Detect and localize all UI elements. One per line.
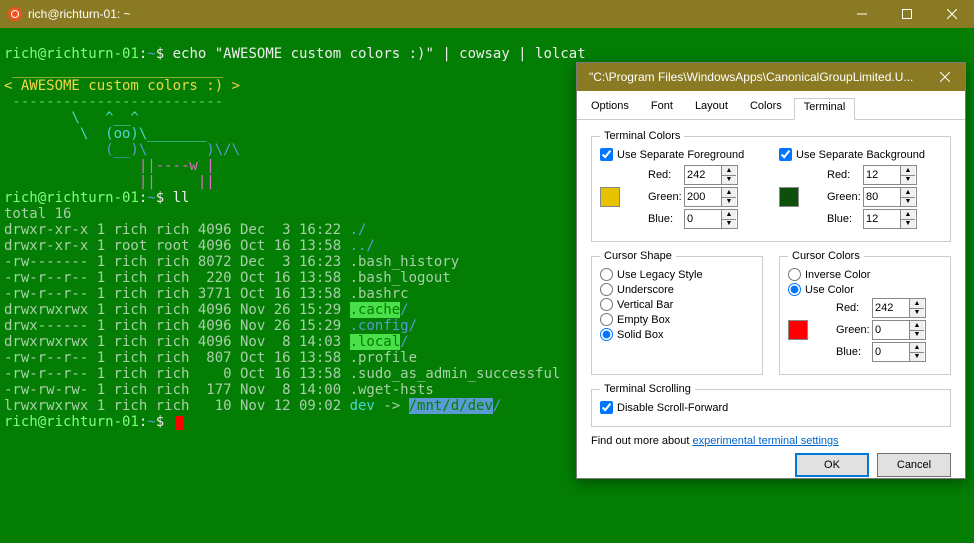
spinner-down[interactable]: ▼ — [722, 176, 736, 185]
tab-layout[interactable]: Layout — [685, 97, 738, 119]
tab-strip: OptionsFontLayoutColorsTerminal — [577, 91, 965, 120]
minimize-button[interactable] — [839, 0, 884, 28]
use-separate-foreground-checkbox[interactable] — [600, 148, 613, 161]
foreground-swatch[interactable] — [600, 187, 620, 207]
bg-red-input[interactable] — [864, 166, 900, 184]
fg-red-input[interactable] — [685, 166, 721, 184]
cursor-shape-radio[interactable] — [600, 283, 613, 296]
tab-colors[interactable]: Colors — [740, 97, 792, 119]
disable-scroll-forward-checkbox[interactable] — [600, 401, 613, 414]
ok-button[interactable]: OK — [795, 453, 869, 477]
terminal-colors-group: Terminal Colors Use Separate Foreground … — [591, 130, 951, 242]
cursor-blue-input[interactable] — [873, 343, 909, 361]
experimental-settings-link[interactable]: experimental terminal settings — [693, 435, 839, 447]
cursor-shape-group: Cursor Shape Use Legacy StyleUnderscoreV… — [591, 250, 763, 375]
use-separate-background-checkbox[interactable] — [779, 148, 792, 161]
dialog-title: "C:\Program Files\WindowsApps\CanonicalG… — [589, 70, 925, 84]
use-color-radio[interactable] — [788, 283, 801, 296]
terminal-scrolling-group: Terminal Scrolling Disable Scroll-Forwar… — [591, 383, 951, 427]
close-button[interactable] — [929, 0, 974, 28]
cancel-button[interactable]: Cancel — [877, 453, 951, 477]
inverse-color-radio[interactable] — [788, 268, 801, 281]
cursor-green-input[interactable] — [873, 321, 909, 339]
prompt-user: rich@richturn-01 — [4, 46, 139, 62]
window-titlebar: rich@richturn-01: ~ — [0, 0, 974, 28]
bg-green-input[interactable] — [864, 188, 900, 206]
dialog-titlebar[interactable]: "C:\Program Files\WindowsApps\CanonicalG… — [577, 63, 965, 91]
cursor-red-input[interactable] — [873, 299, 909, 317]
maximize-button[interactable] — [884, 0, 929, 28]
cursor-shape-radio[interactable] — [600, 268, 613, 281]
cursor-color-swatch[interactable] — [788, 320, 808, 340]
window-title: rich@richturn-01: ~ — [28, 7, 839, 21]
background-swatch[interactable] — [779, 187, 799, 207]
tab-terminal[interactable]: Terminal — [794, 98, 856, 120]
properties-dialog: "C:\Program Files\WindowsApps\CanonicalG… — [576, 62, 966, 479]
tab-options[interactable]: Options — [581, 97, 639, 119]
cursor-colors-group: Cursor Colors Inverse Color Use Color Re… — [779, 250, 951, 375]
terminal-cursor — [175, 416, 183, 430]
fg-blue-input[interactable] — [685, 210, 721, 228]
cursor-shape-radio[interactable] — [600, 298, 613, 311]
fg-green-input[interactable] — [685, 188, 721, 206]
cursor-shape-radio[interactable] — [600, 328, 613, 341]
bg-blue-input[interactable] — [864, 210, 900, 228]
spinner-up[interactable]: ▲ — [722, 166, 736, 176]
ubuntu-icon — [8, 7, 22, 21]
tab-font[interactable]: Font — [641, 97, 683, 119]
dialog-close-button[interactable] — [925, 63, 965, 91]
cursor-shape-radio[interactable] — [600, 313, 613, 326]
command-line: echo "AWESOME custom colors :)" | cowsay… — [173, 46, 586, 62]
